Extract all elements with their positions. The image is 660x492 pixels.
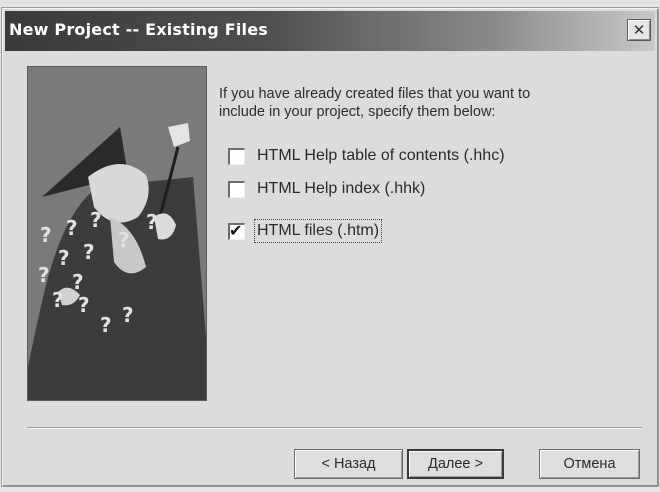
wizard-illustration: ? ? ? ? ? ? ? ? ? ? ? ? ? (27, 66, 207, 401)
checkbox-box[interactable] (228, 180, 245, 198)
close-button[interactable]: ✕ (627, 19, 651, 41)
wizard-icon: ? ? ? ? ? ? ? ? ? ? ? ? ? (28, 123, 206, 400)
question-mark: ? (52, 288, 64, 312)
question-mark: ? (90, 208, 102, 232)
question-mark: ? (66, 216, 78, 240)
dialog-window: New Project -- Existing Files ✕ ? ? ? ? … (1, 7, 659, 487)
checkbox-htm[interactable]: ✔ HTML files (.htm) (228, 219, 383, 243)
checkbox-box[interactable]: ✔ (228, 220, 245, 240)
back-button[interactable]: < Назад (294, 449, 403, 479)
question-mark: ? (100, 313, 112, 337)
intro-text: If you have already created files that y… (219, 86, 531, 120)
separator (27, 427, 642, 429)
wand-sparkle (168, 123, 190, 147)
question-mark: ? (40, 223, 52, 247)
close-icon: ✕ (632, 20, 646, 39)
checkbox-label[interactable]: HTML files (.htm) (253, 219, 383, 243)
window-title: New Project -- Existing Files (9, 20, 268, 39)
question-mark: ? (83, 240, 95, 264)
title-bar[interactable]: New Project -- Existing Files ✕ (5, 11, 655, 51)
question-mark: ? (58, 246, 70, 270)
question-mark: ? (146, 210, 158, 234)
checkbox-box[interactable] (228, 147, 245, 165)
question-mark: ? (118, 228, 130, 252)
next-button[interactable]: Далее > (407, 449, 504, 479)
checkbox-label[interactable]: HTML Help index (.hhk) (257, 180, 425, 198)
question-mark: ? (72, 270, 84, 294)
question-mark: ? (78, 293, 90, 317)
checkbox-hhk[interactable]: HTML Help index (.hhk) (228, 179, 425, 199)
question-mark: ? (122, 303, 134, 327)
checkbox-label[interactable]: HTML Help table of contents (.hhc) (257, 147, 505, 165)
cancel-button[interactable]: Отмена (539, 449, 640, 479)
question-mark: ? (38, 263, 50, 287)
checkmark-icon: ✔ (229, 220, 243, 240)
checkbox-hhc[interactable]: HTML Help table of contents (.hhc) (228, 146, 505, 166)
